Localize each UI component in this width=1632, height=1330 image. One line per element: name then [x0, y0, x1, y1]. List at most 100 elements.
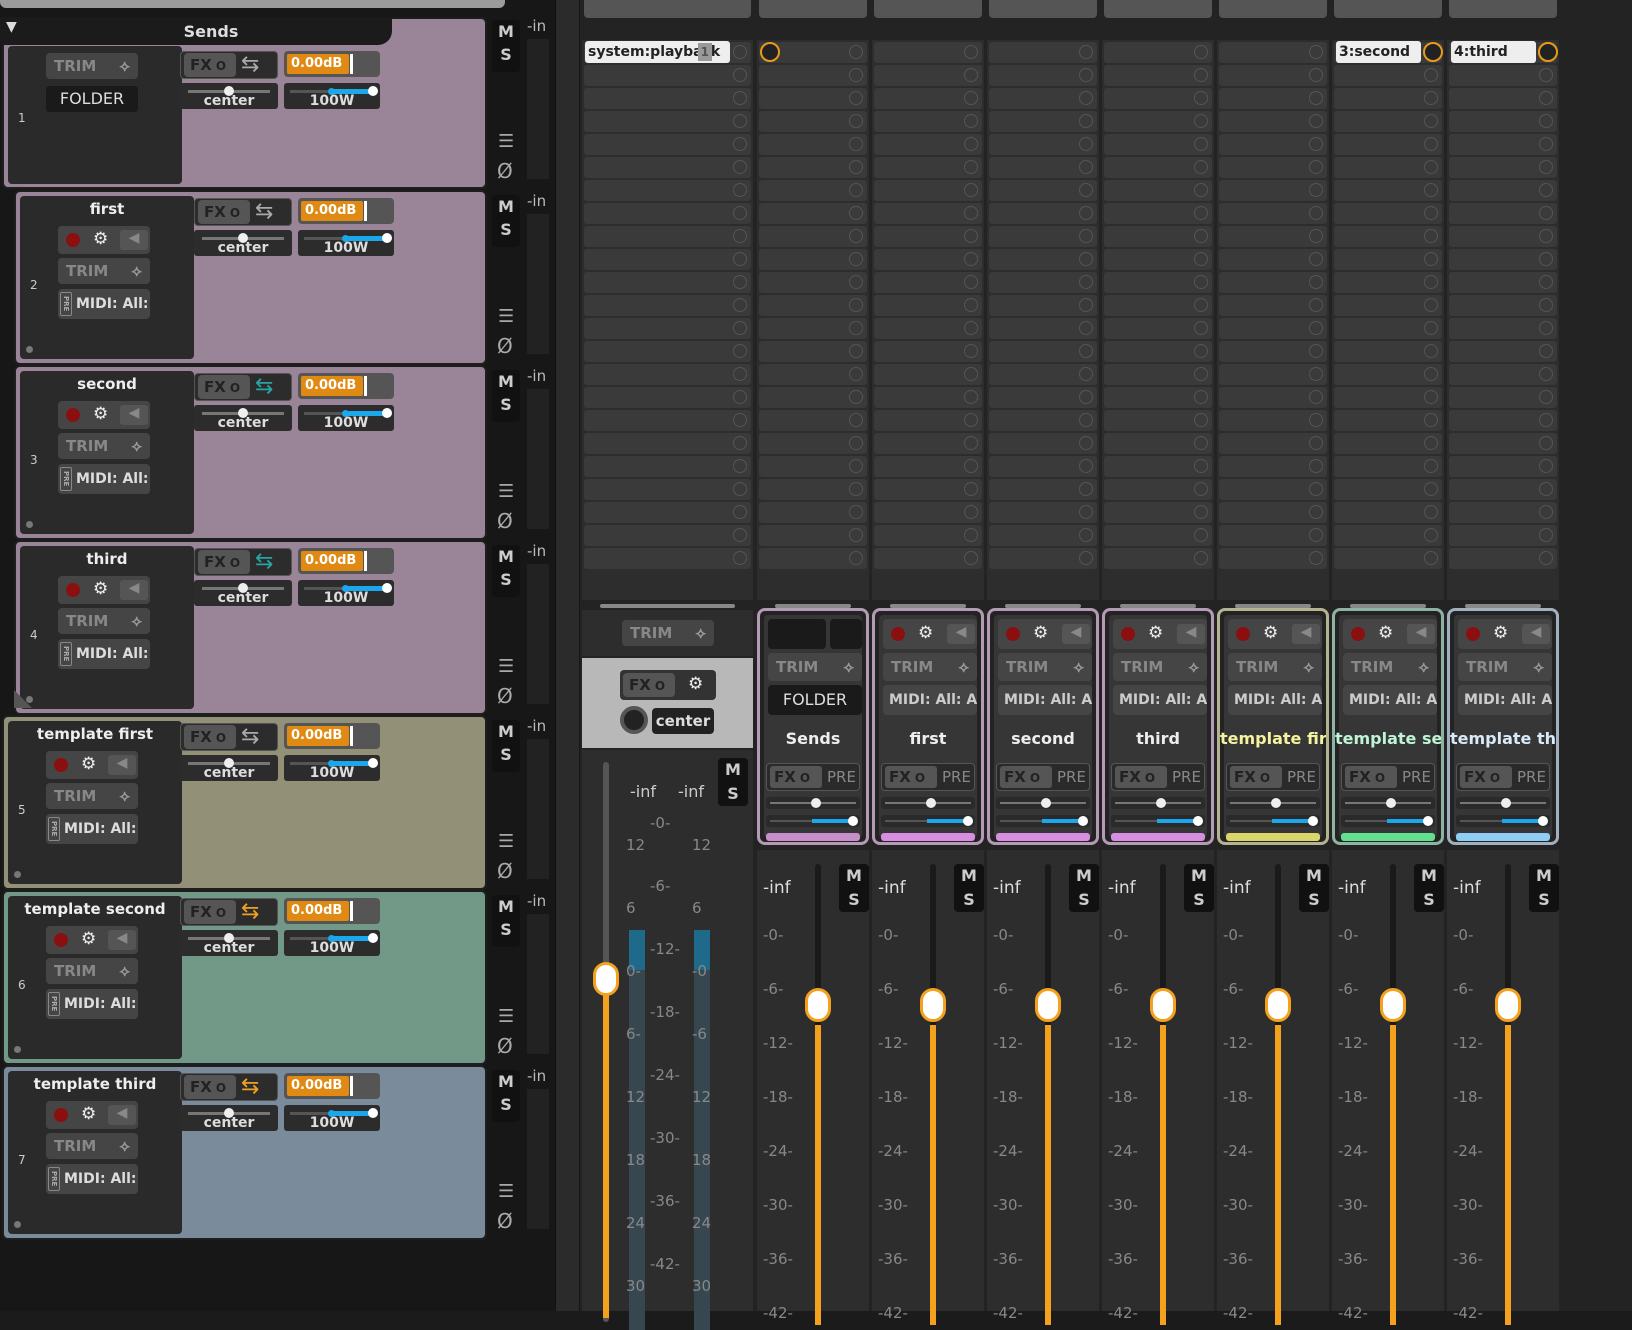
pan-knob[interactable] [1501, 798, 1511, 808]
mute-button[interactable]: M [492, 1070, 520, 1093]
mute-button[interactable]: M [492, 370, 520, 393]
send-control[interactable]: 100W [298, 580, 394, 606]
send-slider[interactable] [1456, 815, 1550, 827]
mute-button[interactable]: M [492, 20, 520, 43]
routing-cell[interactable] [1334, 226, 1442, 247]
routing-cell[interactable] [1334, 341, 1442, 362]
routing-cell[interactable] [1334, 433, 1442, 454]
routing-cell[interactable] [759, 249, 867, 270]
swap-icon[interactable]: ⇆ [241, 54, 259, 76]
routing-cell[interactable] [1334, 157, 1442, 178]
routing-cell[interactable] [1449, 341, 1557, 362]
pan-slider[interactable] [1226, 797, 1320, 809]
gear-icon[interactable]: ⚙ [1033, 625, 1048, 642]
routing-cell[interactable] [759, 226, 867, 247]
routing-cell[interactable] [1334, 456, 1442, 477]
routing-cell[interactable] [584, 502, 751, 523]
routing-cell[interactable] [1104, 203, 1212, 224]
routing-cell[interactable] [1449, 387, 1557, 408]
routing-cell[interactable] [1104, 88, 1212, 109]
fx-button[interactable]: FX O [1460, 766, 1512, 788]
mixer-strip-1[interactable]: TRIM ⟡ FOLDER Sends FX O PRE [757, 608, 869, 845]
pre-button[interactable]: PRE [1287, 766, 1316, 788]
routing-cell[interactable] [1449, 111, 1557, 132]
routing-cell[interactable] [1219, 157, 1327, 178]
pre-button[interactable]: PRE [1057, 766, 1086, 788]
routing-cell[interactable] [1104, 180, 1212, 201]
record-arm-button[interactable] [1006, 627, 1020, 641]
routing-cell[interactable] [759, 502, 867, 523]
speaker-icon[interactable]: ◀ [1062, 624, 1090, 644]
midi-input-button[interactable]: MIDI: All: All [1113, 685, 1207, 715]
strip-name[interactable]: third [1105, 729, 1211, 748]
trim-button[interactable]: TRIM ⟡ [58, 258, 150, 284]
pan-knob[interactable] [926, 798, 936, 808]
automation-icon[interactable]: ☰ [498, 133, 514, 151]
phase-invert-icon[interactable]: Ø [497, 684, 513, 708]
trim-button[interactable]: TRIM ⟡ [998, 653, 1092, 681]
automation-icon[interactable]: ☰ [498, 1183, 514, 1201]
routing-cell[interactable] [1219, 180, 1327, 201]
routing-cell[interactable] [1334, 295, 1442, 316]
record-arm-button[interactable] [54, 1108, 68, 1122]
routing-cell[interactable] [989, 134, 1097, 155]
routing-cell[interactable] [759, 318, 867, 339]
mixer-strip-5[interactable]: ⚙◀TRIM⟡MIDI: All: Alltemplate firstFXOPR… [1217, 608, 1329, 845]
trim-button[interactable]: TRIM ⟡ [1343, 653, 1437, 681]
fx-button[interactable]: FX O [184, 1075, 236, 1099]
routing-cell[interactable] [1219, 479, 1327, 500]
resize-handle-icon[interactable] [14, 690, 32, 708]
master-mute-solo[interactable]: MS [718, 758, 748, 806]
pan-control[interactable]: center [180, 930, 278, 956]
solo-button[interactable]: S [492, 393, 520, 416]
pan-slider[interactable] [1456, 797, 1550, 809]
collapse-arrow-icon[interactable]: ▼ [6, 19, 17, 35]
routing-cell[interactable] [989, 548, 1097, 569]
mute-solo-buttons[interactable]: MS [1299, 864, 1329, 912]
record-arm-button[interactable] [1466, 627, 1480, 641]
routing-cell[interactable] [874, 318, 982, 339]
routing-cell[interactable] [874, 88, 982, 109]
midi-input-button[interactable]: MIDI: All: All [1228, 685, 1322, 715]
routing-cell[interactable] [874, 226, 982, 247]
mixer-strip-6[interactable]: ⚙◀TRIM⟡MIDI: All: Alltemplate secondFXOP… [1332, 608, 1444, 845]
routing-cell[interactable] [759, 341, 867, 362]
routing-cell[interactable] [584, 387, 751, 408]
solo-button[interactable]: S [492, 918, 520, 941]
routing-cell[interactable] [1104, 157, 1212, 178]
pan-slider[interactable] [1341, 797, 1435, 809]
master-trim-button[interactable]: TRIM ⟡ [622, 620, 714, 646]
speaker-icon[interactable]: ◀ [1292, 624, 1320, 644]
master-pan-knob[interactable] [620, 706, 648, 734]
routing-cell[interactable] [874, 525, 982, 546]
strip-name[interactable]: first [875, 729, 981, 748]
routing-cell[interactable] [584, 456, 751, 477]
routing-cell[interactable] [584, 341, 751, 362]
routing-cell[interactable] [1449, 502, 1557, 523]
routing-cell[interactable] [759, 548, 867, 569]
mute-button[interactable]: M [954, 864, 984, 888]
record-arm-button[interactable] [66, 233, 80, 247]
strip-top-button[interactable] [1219, 0, 1327, 18]
swap-icon[interactable]: ⇆ [255, 376, 273, 398]
gain-control[interactable]: 0.00dB [284, 51, 380, 77]
solo-button[interactable]: S [492, 743, 520, 766]
routing-cell[interactable] [989, 341, 1097, 362]
routing-cell[interactable] [989, 65, 1097, 86]
send-slider[interactable] [881, 815, 975, 827]
send-knob[interactable] [848, 816, 858, 826]
output-knob-icon[interactable] [1423, 42, 1443, 62]
mixer-strip-2[interactable]: ⚙◀TRIM⟡MIDI: All: AllfirstFXOPRE [872, 608, 984, 845]
pan-knob[interactable] [1271, 798, 1281, 808]
phase-invert-icon[interactable]: Ø [497, 334, 513, 358]
track-3[interactable]: 3second⚙◀TRIM⟡PREMIDI: All: ...FXO⇆cente… [14, 365, 487, 540]
pan-knob[interactable] [1156, 798, 1166, 808]
swap-icon[interactable]: ⇆ [241, 726, 259, 748]
routing-cell[interactable] [1219, 88, 1327, 109]
routing-cell[interactable] [1334, 203, 1442, 224]
gear-icon[interactable]: ⚙ [1378, 625, 1393, 642]
routing-cell[interactable] [1104, 134, 1212, 155]
phase-invert-icon[interactable]: Ø [497, 159, 513, 183]
gain-control[interactable]: 0.00dB [298, 548, 394, 574]
solo-button[interactable]: S [718, 782, 748, 806]
